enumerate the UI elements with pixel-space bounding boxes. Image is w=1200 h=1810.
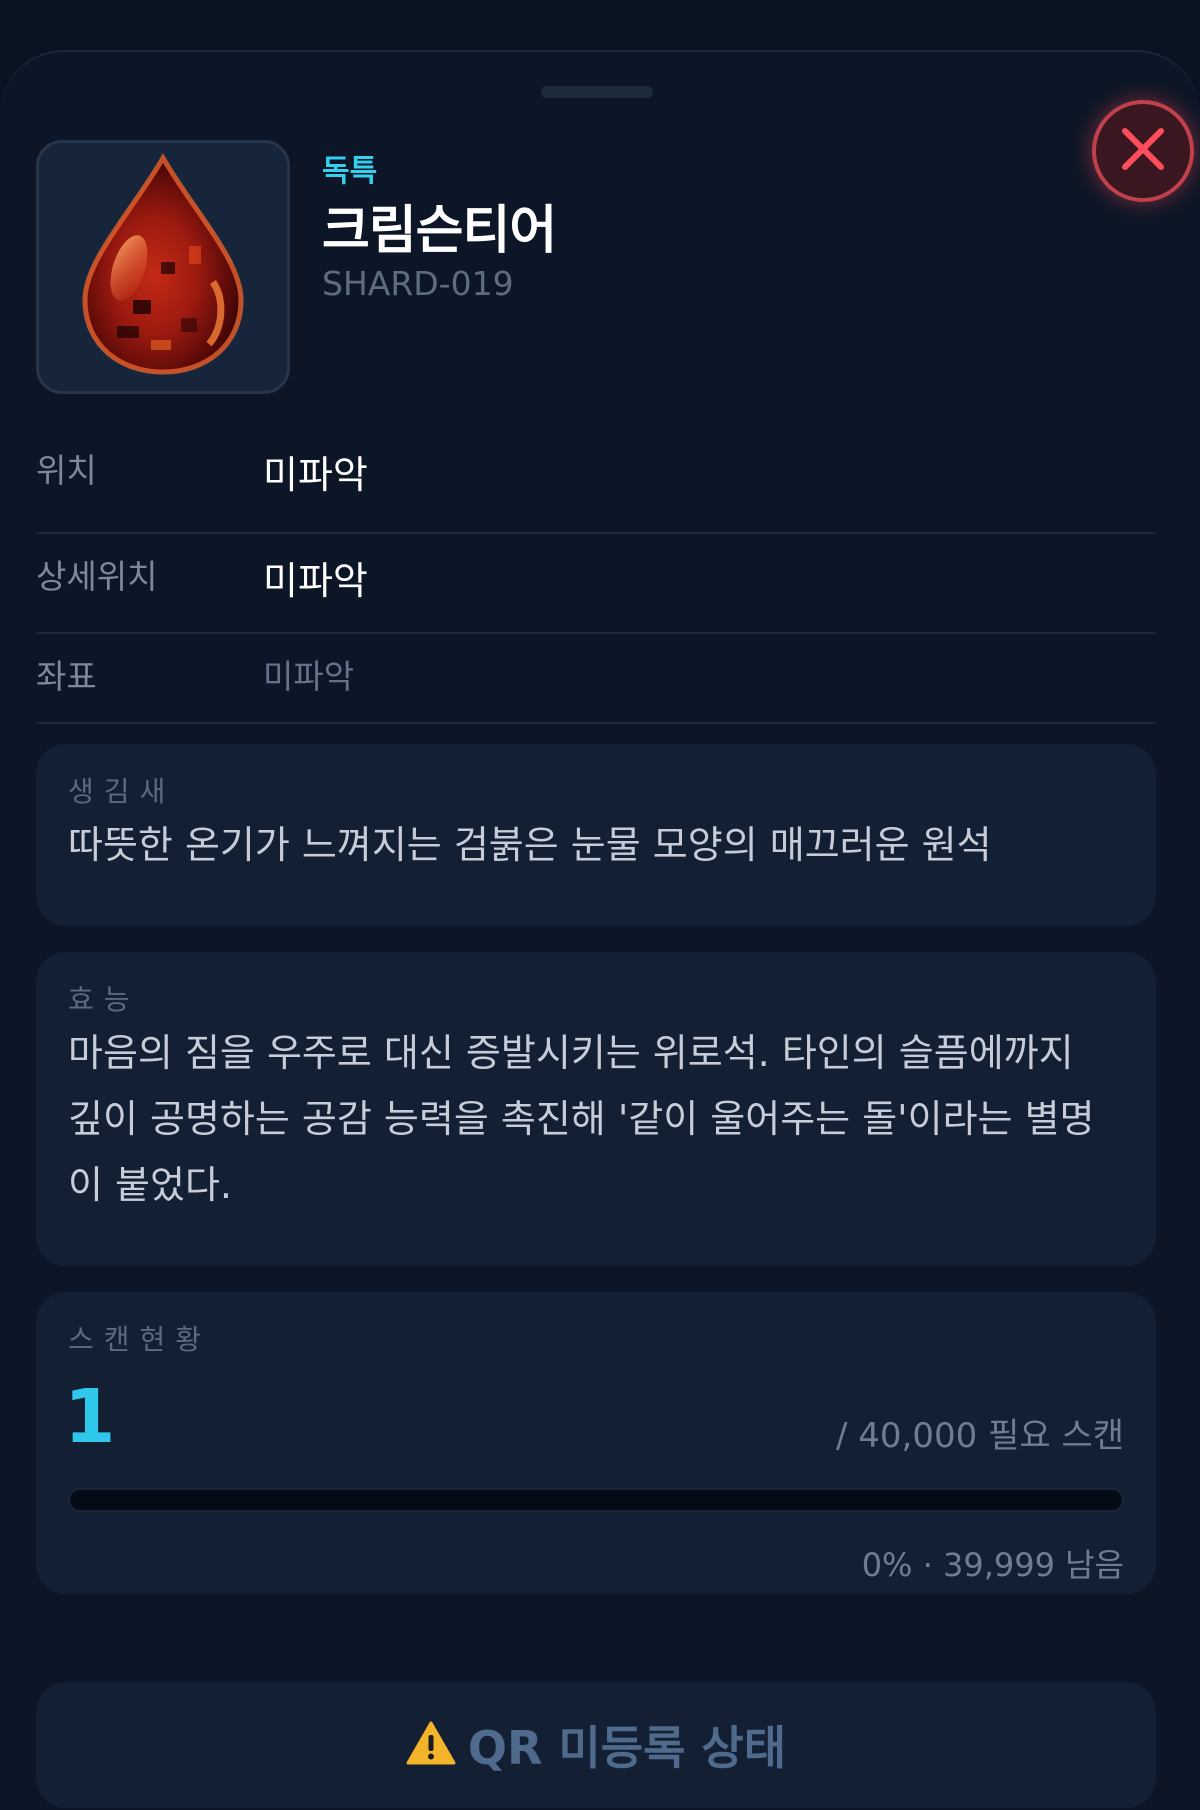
- location-value: 미파악: [263, 453, 368, 497]
- item-code: SHARD-019: [322, 264, 514, 303]
- effect-card: 효능 마음의 짐을 우주로 대신 증발시키는 위로석. 타인의 슬픔에까지 깊이…: [36, 952, 1156, 1266]
- qr-status-button[interactable]: QR 미등록 상태: [36, 1682, 1156, 1808]
- item-title: 크림슨티어: [322, 201, 557, 261]
- red-teardrop-gem-icon: [63, 150, 263, 384]
- detail-location-value: 미파악: [263, 559, 368, 603]
- rarity-label: 독특: [322, 154, 378, 189]
- scan-count: 1: [64, 1374, 116, 1460]
- drag-handle[interactable]: [541, 86, 653, 98]
- appearance-card: 생김새 따뜻한 온기가 느껴지는 검붉은 눈물 모양의 매끄러운 원석: [36, 744, 1156, 926]
- appearance-text: 따뜻한 온기가 느껴지는 검붉은 눈물 모양의 매끄러운 원석: [68, 823, 992, 867]
- scan-status-card: 스캔현황 1 / 40,000 필요 스캔 0% · 39,999 남음: [36, 1292, 1156, 1594]
- item-detail-sheet: 독특 크림슨티어 SHARD-019 위치 미파악 상세위치 미파악 좌표 미파…: [0, 50, 1200, 1810]
- warning-icon: [406, 1720, 456, 1770]
- detail-location-label: 상세위치: [36, 557, 158, 596]
- scan-remaining: 0% · 39,999 남음: [861, 1546, 1124, 1584]
- qr-status-text: QR 미등록 상태: [467, 1721, 787, 1775]
- close-x-icon: [1119, 125, 1167, 177]
- info-row-detail-location: 상세위치 미파악: [36, 532, 1156, 634]
- coordinates-label: 좌표: [36, 657, 97, 696]
- effect-text: 마음의 짐을 우주로 대신 증발시키는 위로석. 타인의 슬픔에까지 깊이 공명…: [68, 1031, 1095, 1207]
- appearance-label: 생김새: [68, 775, 176, 808]
- scan-progress-bar: [68, 1488, 1124, 1512]
- effect-label: 효능: [68, 983, 140, 1016]
- scan-required: / 40,000 필요 스캔: [836, 1416, 1124, 1456]
- coordinates-value: 미파악: [263, 657, 355, 696]
- info-row-coordinates: 좌표 미파악: [36, 632, 1156, 724]
- location-label: 위치: [36, 451, 97, 490]
- info-row-location: 위치 미파악: [36, 422, 1156, 534]
- item-image: [36, 140, 290, 394]
- scan-status-label: 스캔현황: [68, 1323, 212, 1356]
- close-button[interactable]: [1092, 100, 1194, 202]
